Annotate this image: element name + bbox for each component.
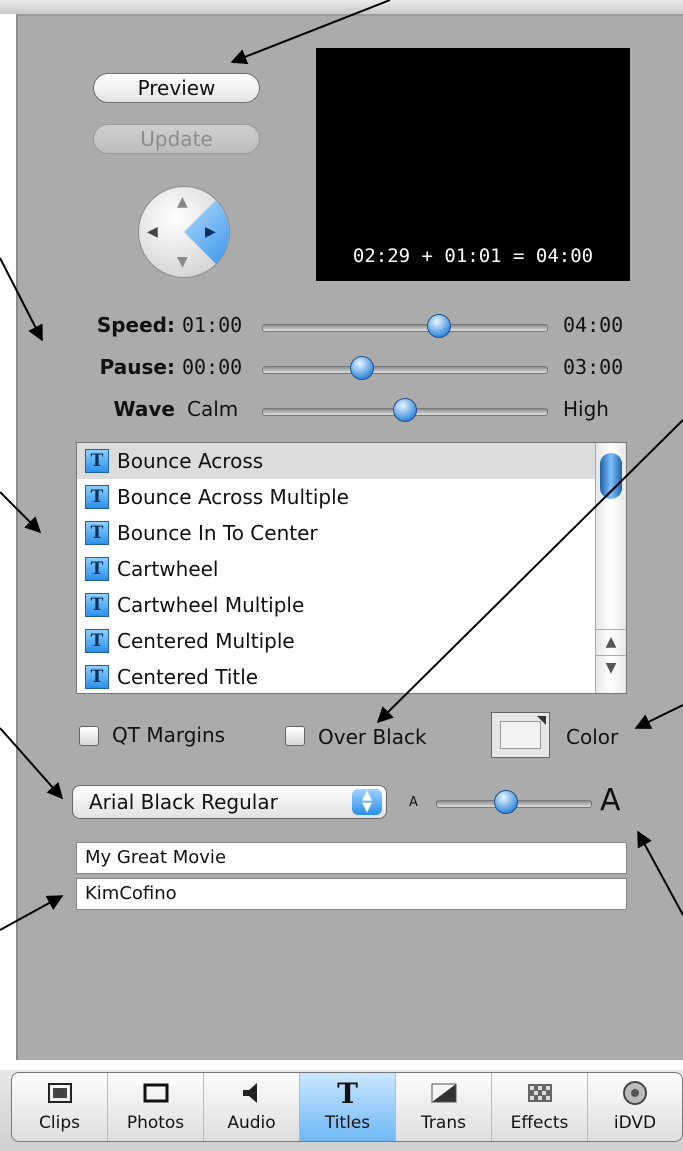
list-item-label: Bounce Across Multiple [117,485,349,509]
tab-label: iDVD [613,1113,657,1133]
list-item-label: Cartwheel Multiple [117,593,305,617]
select-stepper-icon: ▲ ▼ [352,789,382,815]
list-item[interactable]: T Cartwheel [77,551,597,587]
font-size-small-label: A [409,795,418,810]
speed-slider-knob[interactable] [427,314,452,338]
wave-label: Wave [113,397,175,421]
color-well[interactable] [491,712,550,758]
panel-top-bar [0,0,683,14]
tab-idvd[interactable]: iDVD [588,1073,682,1141]
tab-clips[interactable]: Clips [12,1073,108,1141]
list-item[interactable]: T Bounce Across [77,443,597,479]
effects-icon [492,1073,587,1113]
list-item[interactable]: T Bounce Across Multiple [77,479,597,515]
tab-audio[interactable]: Audio [204,1073,300,1141]
titles-icon: T [337,1076,358,1110]
title-icon: T [85,449,109,473]
list-scrollbar[interactable]: ▲ ▼ [595,443,626,693]
font-select-value: Arial Black Regular [89,790,278,814]
title-text-field[interactable]: My Great Movie [76,842,627,874]
qt-margins-label: QT Margins [112,723,226,747]
over-black-label: Over Black [318,725,427,749]
idvd-icon [588,1073,682,1113]
color-label: Color [566,725,619,749]
audio-icon [204,1073,299,1113]
list-item-label: Centered Multiple [117,629,295,653]
title-icon: T [85,593,109,617]
list-item-label: Bounce Across [117,449,264,473]
list-item-label: Cartwheel [117,557,219,581]
pause-min: 00:00 [182,355,243,379]
arrow-left-icon[interactable]: ◀ [147,225,158,239]
tab-effects[interactable]: Effects [492,1073,588,1141]
tab-label: Effects [510,1113,569,1133]
over-black-checkbox[interactable] [285,726,305,746]
qt-margins-checkbox[interactable] [79,726,99,746]
list-item-label: Centered Title [117,665,259,689]
scroll-down-icon[interactable]: ▼ [596,655,626,680]
list-item-label: Bounce In To Center [117,521,318,545]
font-size-large-label: A [600,783,621,818]
tab-label: Audio [227,1113,276,1133]
list-item[interactable]: T Bounce In To Center [77,515,597,551]
speed-max: 04:00 [563,313,624,337]
pane-tabs: Clips Photos Audio T Titles Trans Effect… [11,1072,683,1142]
wave-min: Calm [187,397,239,421]
preview-screen: 02:29 + 01:01 = 04:00 [316,48,630,281]
scrollbar-thumb[interactable] [600,453,622,499]
title-icon: T [85,629,109,653]
tab-label: Trans [421,1113,466,1133]
clips-icon [12,1073,107,1113]
pause-label: Pause: [99,355,175,379]
tab-photos[interactable]: Photos [108,1073,204,1141]
speed-label: Speed: [96,313,175,337]
subtitle-text-field[interactable]: KimCofino [76,878,627,910]
arrow-right-icon[interactable]: ▶ [205,225,216,239]
tab-label: Clips [39,1113,80,1133]
photos-icon [108,1073,203,1113]
color-corner-icon [537,716,546,725]
wave-max: High [563,397,609,421]
pause-max: 03:00 [563,355,624,379]
pause-slider[interactable] [262,366,548,374]
timecode: 02:29 + 01:01 = 04:00 [352,245,594,267]
list-item[interactable]: T Centered Multiple [77,623,597,659]
tab-trans[interactable]: Trans [396,1073,492,1141]
tab-label: Titles [324,1113,371,1133]
speed-slider[interactable] [262,324,548,332]
direction-pad[interactable]: ▲ ▼ ◀ ▶ [138,186,230,278]
title-icon: T [85,485,109,509]
arrow-up-icon[interactable]: ▲ [177,195,188,209]
tab-titles[interactable]: T Titles [300,1073,396,1141]
trans-icon [396,1073,491,1113]
titles-list[interactable]: T Bounce Across T Bounce Across Multiple T… [76,442,627,694]
list-item[interactable]: T Cartwheel Multiple [77,587,597,623]
speed-min: 01:00 [182,313,243,337]
update-button[interactable]: Update [93,124,260,154]
font-select[interactable]: Arial Black Regular ▲ ▼ [72,785,387,819]
wave-slider-knob[interactable] [393,398,417,422]
list-item[interactable]: T Centered Title [77,659,597,693]
scroll-up-icon[interactable]: ▲ [596,629,626,654]
title-icon: T [85,557,109,581]
preview-button[interactable]: Preview [93,73,260,103]
title-icon: T [85,665,109,689]
title-icon: T [85,521,109,545]
tab-label: Photos [126,1113,185,1133]
arrow-down-icon[interactable]: ▼ [177,255,188,269]
